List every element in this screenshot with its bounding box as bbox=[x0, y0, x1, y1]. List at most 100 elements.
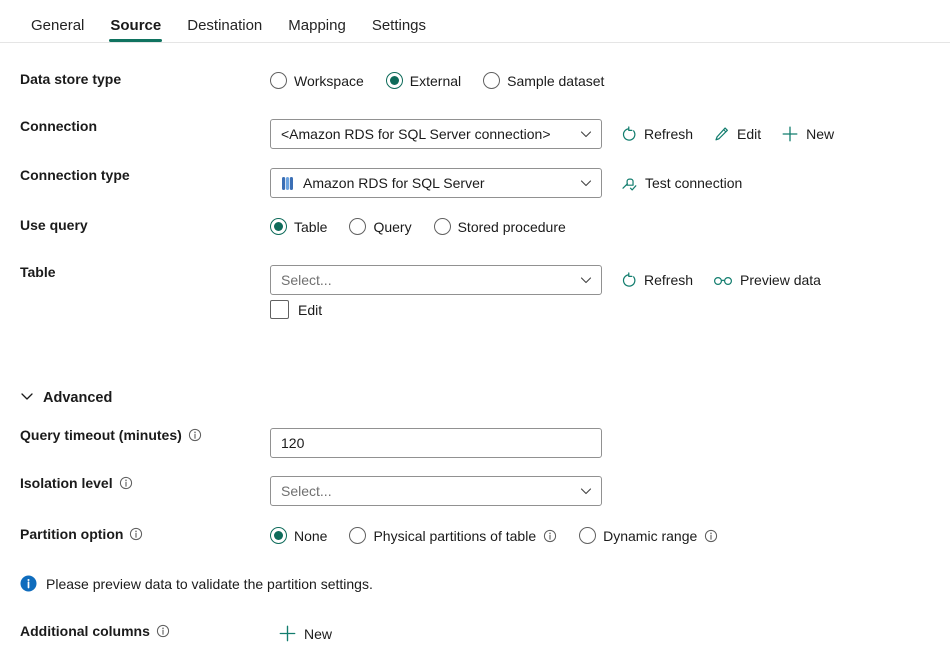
info-filled-icon bbox=[20, 575, 37, 592]
row-query-timeout: Query timeout (minutes) bbox=[0, 428, 950, 458]
additional-columns-field: New bbox=[270, 624, 950, 643]
radio-table[interactable]: Table bbox=[270, 218, 327, 235]
query-timeout-field bbox=[270, 428, 950, 458]
radio-external[interactable]: External bbox=[385, 72, 462, 89]
radio-partition-dynamic-range[interactable]: Dynamic range bbox=[579, 527, 718, 544]
advanced-section-header[interactable]: Advanced bbox=[0, 389, 950, 407]
tab-mapping[interactable]: Mapping bbox=[275, 18, 359, 42]
connection-type-label-text: Connection type bbox=[20, 167, 130, 183]
connection-edit-label: Edit bbox=[737, 126, 762, 142]
radio-partition-none[interactable]: None bbox=[270, 527, 327, 544]
connection-refresh-button[interactable]: Refresh bbox=[620, 125, 694, 143]
chevron-down-icon bbox=[579, 176, 593, 190]
radio-external-label: External bbox=[409, 72, 462, 89]
row-data-store-type: Data store type Workspace External Sampl… bbox=[0, 72, 950, 102]
database-icon bbox=[281, 176, 294, 191]
tab-destination-label: Destination bbox=[187, 17, 263, 34]
use-query-label-text: Use query bbox=[20, 217, 88, 233]
additional-columns-label: Additional columns bbox=[0, 624, 270, 638]
advanced-toggle[interactable]: Advanced bbox=[0, 389, 950, 407]
radio-partition-physical[interactable]: Physical partitions of table bbox=[349, 527, 557, 544]
pencil-icon bbox=[713, 126, 730, 143]
row-use-query: Use query Table Query Stored procedure bbox=[0, 218, 950, 248]
table-edit-checkbox[interactable]: Edit bbox=[270, 300, 322, 319]
radio-workspace[interactable]: Workspace bbox=[270, 72, 364, 89]
info-icon[interactable] bbox=[119, 476, 133, 490]
info-icon[interactable] bbox=[543, 529, 557, 543]
tab-source[interactable]: Source bbox=[97, 18, 174, 42]
data-store-type-radio-group: Workspace External Sample dataset bbox=[270, 72, 604, 89]
connection-type-dropdown[interactable]: Amazon RDS for SQL Server bbox=[270, 168, 602, 198]
radio-stored-procedure-label: Stored procedure bbox=[457, 218, 566, 235]
radio-sample-dataset-label: Sample dataset bbox=[507, 72, 605, 89]
connection-type-actions: Test connection bbox=[620, 174, 742, 192]
row-connection-type: Connection type Amazon RDS for SQL Serve… bbox=[0, 168, 950, 198]
tab-destination[interactable]: Destination bbox=[174, 18, 275, 42]
isolation-level-label-text: Isolation level bbox=[20, 475, 113, 491]
preview-data-button[interactable]: Preview data bbox=[713, 272, 821, 288]
radio-sample-dataset-dot bbox=[483, 72, 501, 89]
connection-new-label: New bbox=[806, 126, 835, 142]
chevron-down-icon bbox=[579, 484, 593, 498]
tab-settings-label: Settings bbox=[371, 17, 427, 34]
info-icon[interactable] bbox=[156, 624, 170, 638]
radio-external-dot bbox=[385, 72, 403, 89]
partition-message-bar: Please preview data to validate the part… bbox=[0, 575, 950, 592]
table-dropdown[interactable]: Select... bbox=[270, 265, 602, 295]
connection-field: <Amazon RDS for SQL Server connection> R… bbox=[270, 119, 950, 149]
chevron-down-icon bbox=[20, 389, 34, 407]
tab-mapping-label: Mapping bbox=[288, 17, 346, 34]
partition-option-label: Partition option bbox=[0, 527, 270, 541]
radio-partition-none-label: None bbox=[294, 527, 328, 544]
partition-option-field: None Physical partitions of table Dynami… bbox=[270, 527, 950, 544]
isolation-level-dropdown[interactable]: Select... bbox=[270, 476, 602, 506]
radio-sample-dataset[interactable]: Sample dataset bbox=[483, 72, 604, 89]
tab-general[interactable]: General bbox=[18, 18, 97, 42]
isolation-level-value: Select... bbox=[281, 483, 332, 499]
radio-stored-procedure[interactable]: Stored procedure bbox=[433, 218, 566, 235]
table-edit-field: Edit bbox=[270, 300, 950, 319]
use-query-label: Use query bbox=[0, 218, 270, 232]
connection-type-field: Amazon RDS for SQL Server Test connectio… bbox=[270, 168, 950, 198]
chevron-down-icon bbox=[579, 127, 593, 141]
row-partition-option: Partition option None Physical partition… bbox=[0, 527, 950, 557]
radio-partition-dynamic-range-dot bbox=[579, 527, 597, 544]
info-icon[interactable] bbox=[188, 428, 202, 442]
preview-data-label: Preview data bbox=[740, 272, 821, 288]
table-label: Table bbox=[0, 265, 270, 279]
radio-table-label: Table bbox=[294, 218, 328, 235]
refresh-icon bbox=[620, 271, 637, 289]
connection-new-button[interactable]: New bbox=[781, 125, 834, 143]
connection-actions: Refresh Edit New bbox=[620, 125, 834, 143]
table-refresh-button[interactable]: Refresh bbox=[620, 271, 693, 289]
radio-partition-dynamic-range-label: Dynamic range bbox=[603, 527, 698, 544]
radio-partition-none-dot bbox=[270, 527, 287, 544]
query-timeout-input[interactable] bbox=[270, 428, 602, 458]
connection-edit-button[interactable]: Edit bbox=[713, 126, 761, 143]
table-dropdown-value: Select... bbox=[281, 272, 332, 288]
radio-workspace-dot bbox=[270, 72, 287, 89]
partition-option-radio-group: None Physical partitions of table Dynami… bbox=[270, 527, 718, 544]
table-field: Select... Refresh Preview data bbox=[270, 265, 950, 295]
connection-dropdown[interactable]: <Amazon RDS for SQL Server connection> bbox=[270, 119, 602, 149]
additional-columns-label-text: Additional columns bbox=[20, 623, 150, 639]
radio-query[interactable]: Query bbox=[349, 218, 412, 235]
radio-stored-procedure-dot bbox=[433, 218, 451, 235]
glasses-icon bbox=[713, 272, 733, 288]
connection-refresh-label: Refresh bbox=[644, 126, 694, 142]
plug-check-icon bbox=[620, 174, 638, 192]
info-icon[interactable] bbox=[129, 527, 143, 541]
row-table-edit: Edit bbox=[0, 300, 950, 330]
connection-label-text: Connection bbox=[20, 118, 97, 134]
partition-message: Please preview data to validate the part… bbox=[0, 575, 950, 592]
info-icon[interactable] bbox=[704, 529, 718, 543]
table-label-text: Table bbox=[20, 264, 56, 280]
tab-settings[interactable]: Settings bbox=[359, 18, 439, 42]
test-connection-button[interactable]: Test connection bbox=[620, 174, 742, 192]
additional-columns-new-button[interactable]: New bbox=[278, 624, 332, 643]
radio-partition-physical-dot bbox=[349, 527, 367, 544]
connection-dropdown-value: <Amazon RDS for SQL Server connection> bbox=[281, 126, 551, 142]
plus-icon bbox=[278, 624, 297, 643]
use-query-field: Table Query Stored procedure bbox=[270, 218, 950, 235]
checkbox-box bbox=[270, 300, 289, 319]
